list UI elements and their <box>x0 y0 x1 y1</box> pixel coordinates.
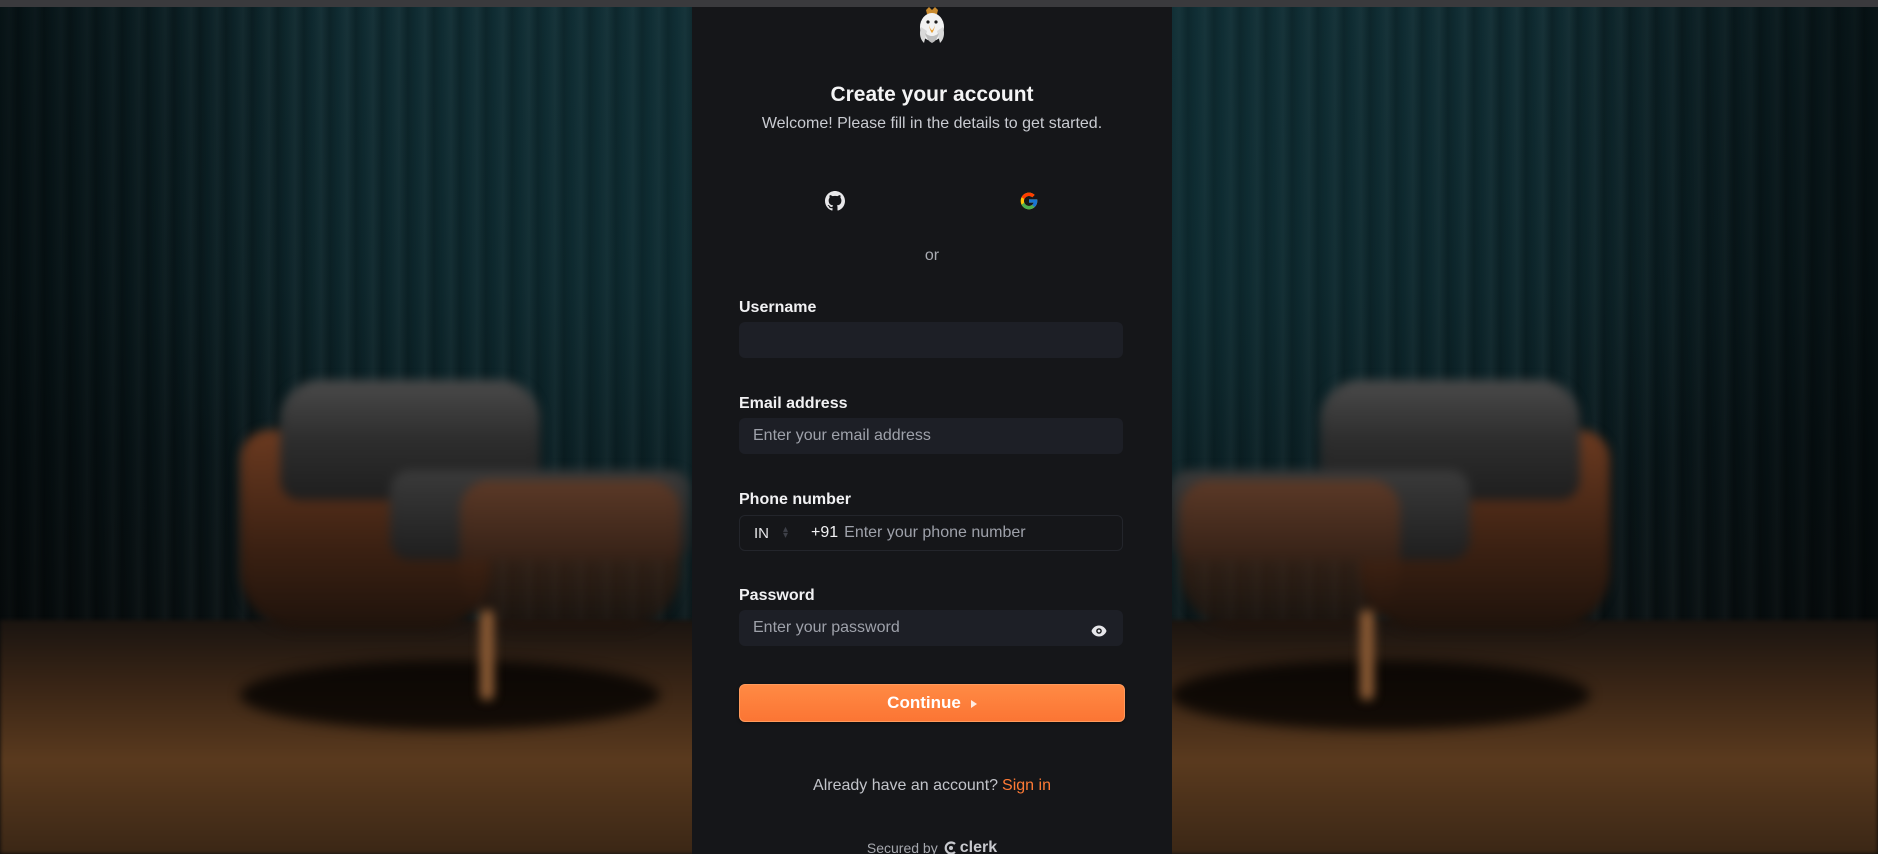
eye-icon <box>1091 625 1107 637</box>
secured-by-text: Secured by <box>866 840 938 854</box>
email-input[interactable] <box>739 418 1123 454</box>
clerk-logo[interactable]: clerk <box>944 839 997 854</box>
dial-code: +91 <box>811 524 839 541</box>
continue-label: Continue <box>887 693 961 712</box>
page-title: Create your account <box>830 83 1034 106</box>
sign-in-prompt-text: Already have an account? <box>813 777 999 794</box>
country-code: IN <box>754 524 769 542</box>
clerk-brand-text: clerk <box>959 839 998 854</box>
secured-by-footer: Secured by clerk <box>692 839 1172 854</box>
clerk-logo-icon <box>944 841 956 854</box>
sign-up-card: Create your account Welcome! Please fill… <box>692 7 1172 854</box>
page-subtitle: Welcome! Please fill in the details to g… <box>761 115 1103 132</box>
arrow-right-icon <box>970 699 977 708</box>
username-input[interactable] <box>739 322 1123 358</box>
password-label: Password <box>739 587 815 604</box>
phone-field: IN ▴ ▾ +91 <box>739 515 1123 551</box>
phone-label: Phone number <box>739 491 852 508</box>
github-icon <box>825 191 845 211</box>
browser-top-strip <box>0 0 1878 7</box>
google-icon <box>1020 192 1038 210</box>
or-divider: or <box>924 247 940 264</box>
eagle-logo-icon <box>913 7 951 45</box>
username-label: Username <box>739 299 817 316</box>
phone-input[interactable] <box>838 516 1122 550</box>
country-select[interactable]: IN ▴ ▾ <box>740 516 806 550</box>
continue-button[interactable]: Continue <box>739 684 1125 722</box>
github-sign-up-button[interactable] <box>740 179 930 223</box>
chevron-up-down-icon: ▴ ▾ <box>783 524 789 541</box>
background-chair-left <box>240 380 700 710</box>
google-sign-up-button[interactable] <box>934 179 1124 223</box>
password-input[interactable] <box>739 610 1123 646</box>
sign-in-prompt: Already have an account? Sign in <box>692 777 1172 795</box>
sign-in-link[interactable]: Sign in <box>1002 777 1051 794</box>
email-label: Email address <box>739 395 848 412</box>
show-password-button[interactable] <box>1087 619 1111 643</box>
background-chair-right <box>1160 380 1620 710</box>
